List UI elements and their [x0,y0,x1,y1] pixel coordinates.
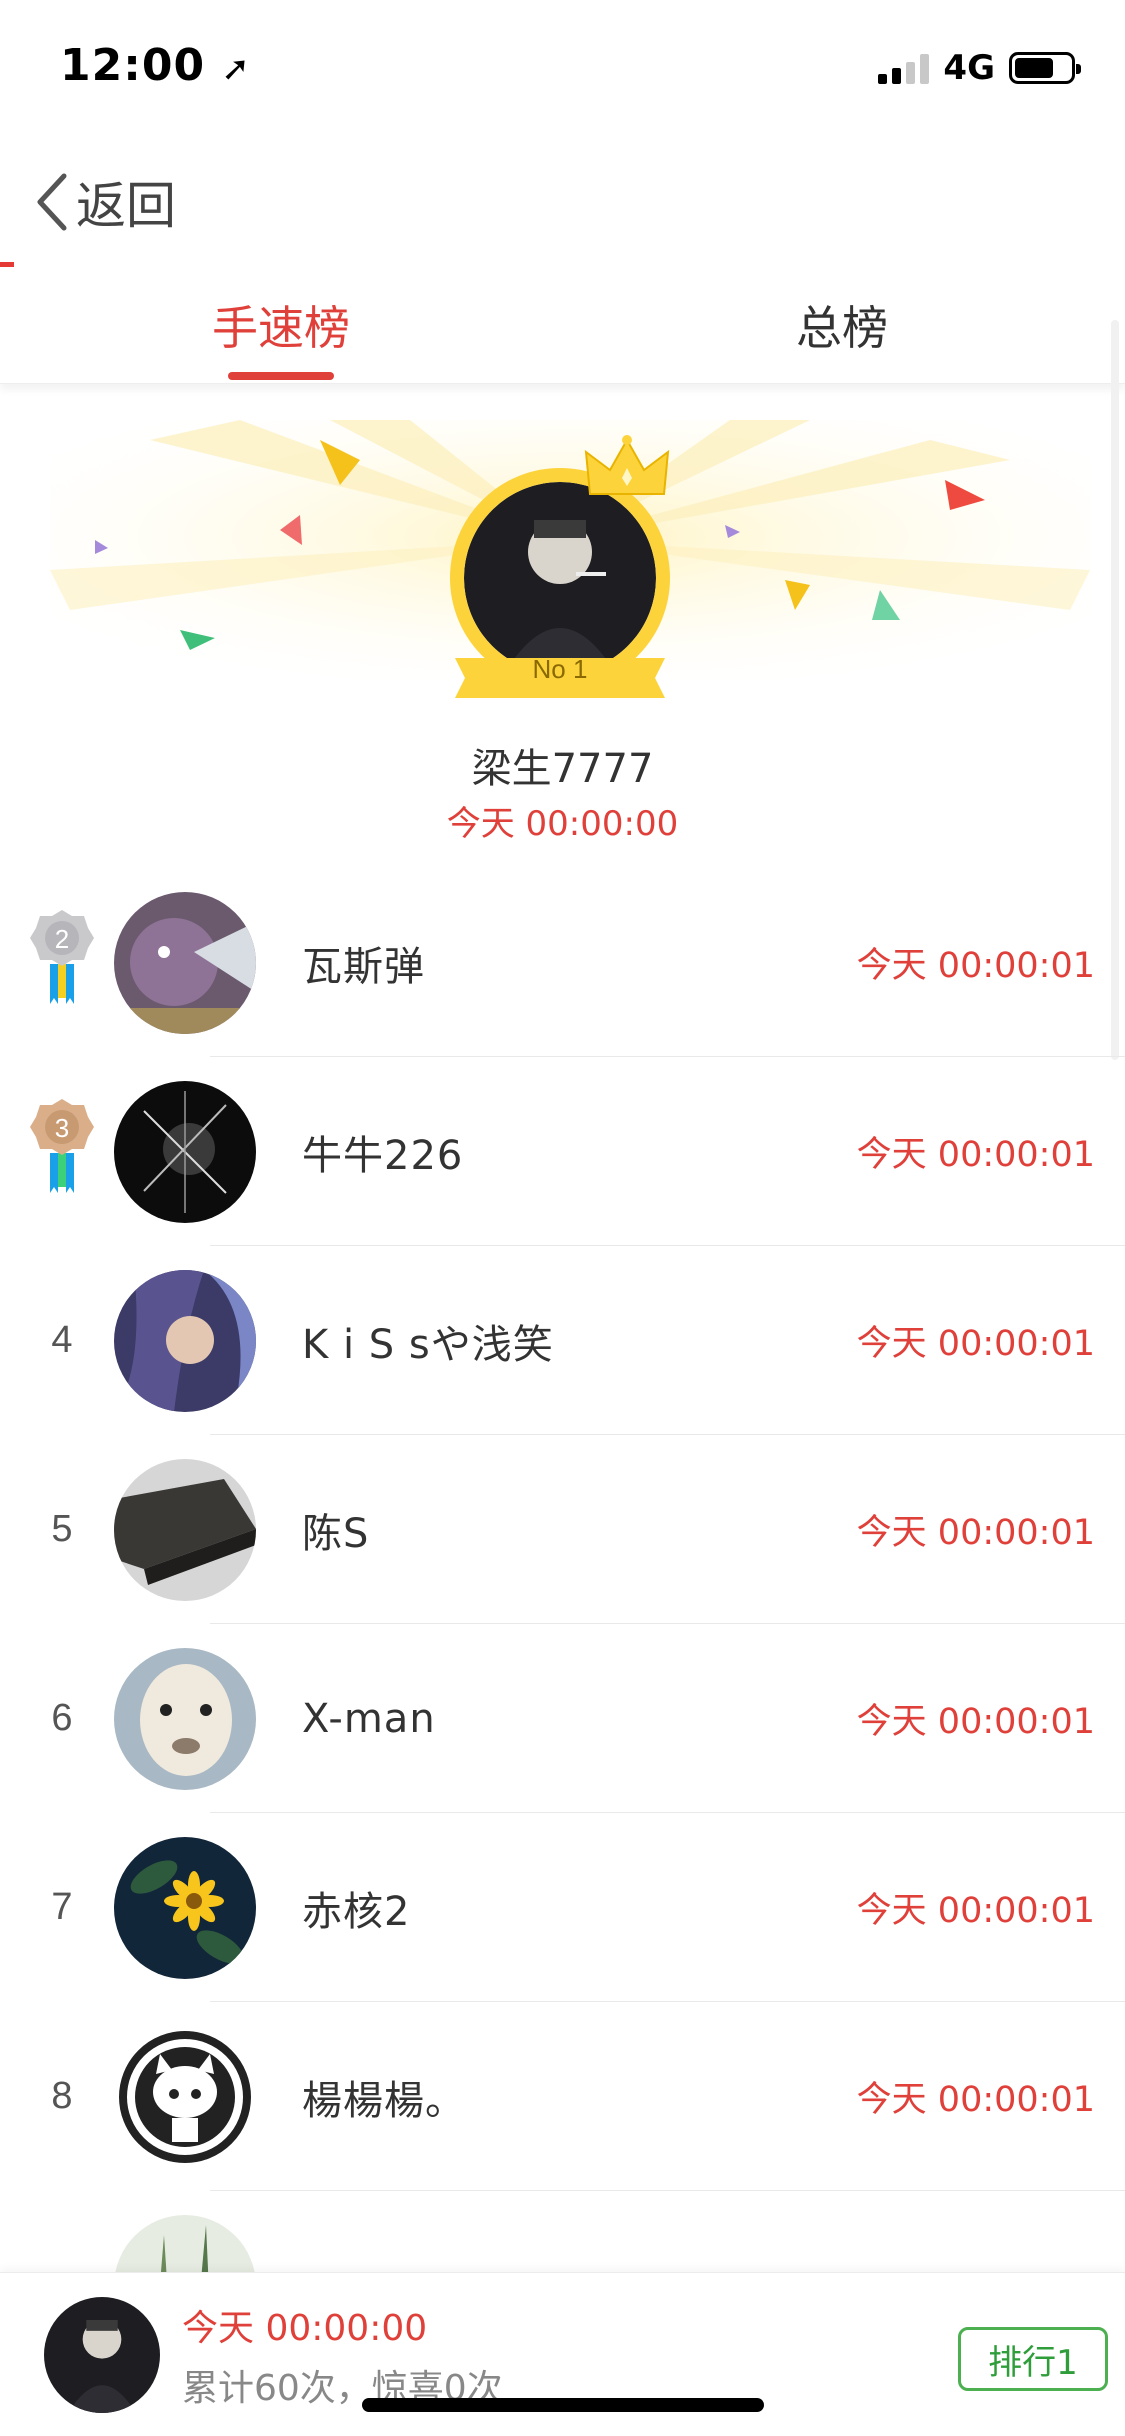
my-best-time: 今天 00:00:00 [182,2308,428,2349]
location-arrow-icon: ➚ [221,49,251,89]
user-name: 瓦斯弹 [302,943,425,990]
user-name: K i S sや浅笑 [302,1321,554,1368]
champion-section: No 1 梁生7777 今天 00:00:00 [0,420,1125,844]
edge-marker [0,262,14,267]
svg-text:3: 3 [55,1113,69,1143]
status-indicators: 4G [878,48,1081,88]
list-item[interactable]: 3 牛牛226 今天 00:00:01 [0,1057,1125,1246]
champion-time: 今天 00:00:00 [446,804,679,844]
navigation-bar: 返回 [0,132,1125,272]
user-avatar[interactable] [114,1837,256,1979]
battery-icon [1009,52,1081,84]
record-time: 今天 00:00:01 [856,1513,1095,1553]
home-indicator[interactable] [362,2398,764,2412]
user-avatar[interactable] [114,2026,256,2168]
user-avatar[interactable] [114,892,256,1034]
record-time: 今天 00:00:01 [856,1891,1095,1931]
user-avatar[interactable] [114,1459,256,1601]
tab-speed-ranking[interactable]: 手速榜 [212,292,350,358]
list-item[interactable]: 6 X-man 今天 00:00:01 [0,1624,1125,1813]
champion-badge: No 1 [532,654,588,684]
my-avatar[interactable] [44,2297,160,2413]
my-rank-button[interactable]: 排行1 [958,2327,1108,2391]
record-time: 今天 00:00:01 [856,1324,1095,1364]
list-item[interactable]: 7 赤核2 今天 00:00:01 [0,1813,1125,2002]
silver-medal-icon: 2 [30,910,94,1004]
user-name: 牛牛226 [302,1132,464,1179]
list-item[interactable]: 8 楊楊楊。 今天 00:00:01 [0,2002,1125,2191]
user-name: 赤核2 [302,1888,411,1935]
ranking-list: 2 瓦斯弹 今天 00:00:01 3 牛牛226 今天 00:00:01 4 … [0,868,1125,2380]
user-avatar[interactable] [114,1270,256,1412]
back-button[interactable]: 返回 [30,166,176,238]
champion-name: 梁生7777 [471,746,654,792]
user-name: 楊楊楊。 [302,2077,466,2124]
rank-number: 6 [51,1697,73,1739]
network-label: 4G [943,48,995,88]
active-tab-indicator [228,372,334,380]
rank-number: 7 [51,1886,73,1928]
status-time: 12:00 ➚ [60,40,251,91]
rank-number: 4 [51,1319,73,1361]
user-avatar[interactable] [114,1648,256,1790]
back-label: 返回 [76,177,176,235]
bronze-medal-icon: 3 [30,1099,94,1193]
user-name: 陈S [302,1510,370,1557]
chevron-left-icon [37,173,67,231]
list-item[interactable]: 2 瓦斯弹 今天 00:00:01 [0,868,1125,1057]
list-item[interactable]: 4 K i S sや浅笑 今天 00:00:01 [0,1246,1125,1435]
record-time: 今天 00:00:01 [856,1702,1095,1742]
svg-text:2: 2 [55,924,69,954]
tab-bar: 手速榜 总榜 [0,272,1125,384]
record-time: 今天 00:00:01 [856,1135,1095,1175]
tab-overall-ranking[interactable]: 总榜 [796,292,888,358]
record-time: 今天 00:00:01 [856,946,1095,986]
user-name: X-man [302,1695,436,1742]
clock: 12:00 [60,40,206,91]
list-item[interactable]: 5 陈S 今天 00:00:01 [0,1435,1125,1624]
record-time: 今天 00:00:01 [856,2080,1095,2120]
rank-number: 8 [51,2075,73,2117]
rank-number: 5 [51,1508,73,1550]
user-avatar[interactable] [114,1081,256,1223]
crown-icon [584,435,670,495]
signal-icon [878,52,930,84]
status-bar: 12:00 ➚ 4G [0,0,1125,132]
